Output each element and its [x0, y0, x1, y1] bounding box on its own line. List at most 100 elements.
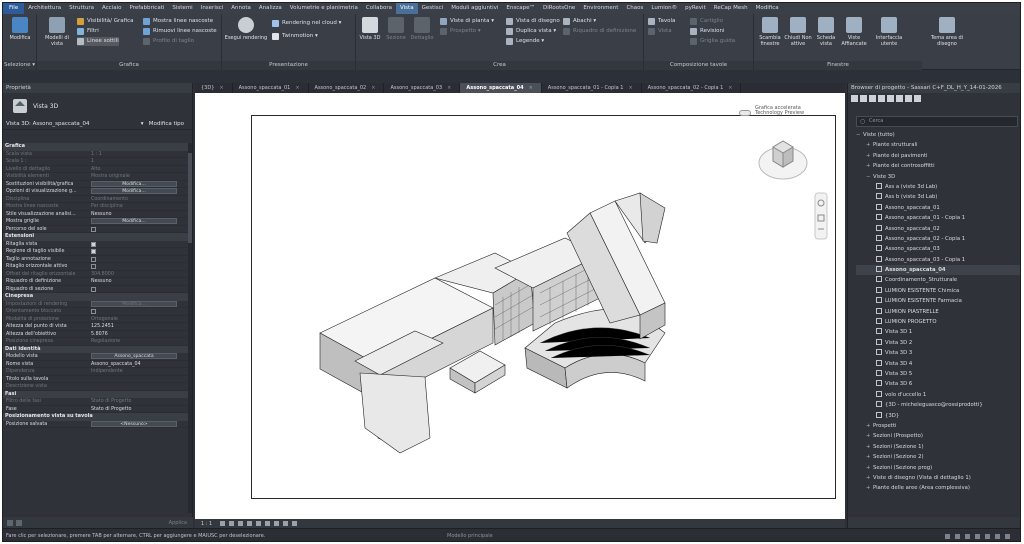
- status-icon-4[interactable]: [975, 533, 980, 539]
- ribbon-tab-enscape[interactable]: Enscape™: [502, 3, 539, 14]
- scambia-finestre-button[interactable]: Scambia finestre: [756, 17, 784, 47]
- duplica-vista-button[interactable]: Duplica vista ▾: [506, 27, 556, 36]
- temporary-hide-icon[interactable]: [292, 521, 298, 526]
- lock-view-icon[interactable]: [283, 521, 289, 526]
- mostra-linee-nascoste-button[interactable]: Mostra linee nascoste: [143, 17, 213, 26]
- vista-place-button[interactable]: Vista: [648, 27, 672, 36]
- property-section[interactable]: Fasi: [3, 390, 189, 398]
- ribbon-tab-environment[interactable]: Environment: [579, 3, 622, 14]
- browser-tree-item[interactable]: Assono_spaccata_01: [856, 203, 1020, 213]
- property-value[interactable]: Alto: [91, 166, 189, 173]
- visibilita-grafica-button[interactable]: Visibilità/ Grafica: [77, 17, 134, 26]
- browser-tree-item[interactable]: LUMION PROGETTO: [856, 317, 1020, 327]
- property-value[interactable]: 1: [91, 158, 189, 165]
- viste-affiancate-button[interactable]: Viste Affiancate: [840, 17, 868, 47]
- property-value[interactable]: 304.8000: [91, 271, 189, 278]
- modifica-button[interactable]: Modifica: [6, 17, 34, 41]
- linee-sottili-button[interactable]: Linee sottili: [77, 37, 119, 46]
- property-section[interactable]: Estensioni: [3, 233, 189, 241]
- browser-search-input[interactable]: Cerca: [856, 116, 1018, 127]
- browser-tool-icon-8[interactable]: [914, 95, 921, 102]
- collapse-icon[interactable]: −: [856, 130, 863, 140]
- ribbon-tab-chaos[interactable]: Chaos: [622, 3, 647, 14]
- property-edit-button[interactable]: Modifica...: [91, 218, 177, 224]
- property-value[interactable]: Nessuno: [91, 211, 189, 218]
- expand-icon[interactable]: +: [866, 421, 873, 431]
- ribbon-tab-lumion[interactable]: Lumion®: [647, 3, 681, 14]
- browser-tree-item[interactable]: LUMION ESISTENTE Chimica: [856, 286, 1020, 296]
- viste-pianta-button[interactable]: Viste di pianta ▾: [440, 17, 494, 26]
- properties-scrollbar[interactable]: [188, 143, 192, 513]
- view-tab[interactable]: Assono_spaccata_02 ×: [309, 83, 385, 93]
- expand-icon[interactable]: +: [866, 473, 873, 483]
- ribbon-tab-modifica[interactable]: Modifica: [752, 3, 783, 14]
- interfaccia-utente-button[interactable]: Interfaccia utente: [874, 17, 904, 47]
- property-checkbox[interactable]: [91, 264, 96, 269]
- close-icon[interactable]: ×: [529, 85, 533, 91]
- property-edit-button[interactable]: Modifica...: [91, 300, 177, 307]
- expand-icon[interactable]: +: [866, 442, 873, 452]
- crop-view-icon[interactable]: [265, 521, 271, 526]
- property-section[interactable]: Cinepresa: [3, 293, 189, 301]
- browser-tree-item[interactable]: + Sezioni (Sezione 1): [856, 442, 1020, 452]
- ribbon-tab-recap-mesh[interactable]: ReCap Mesh: [710, 3, 752, 14]
- view-tab[interactable]: Assono_spaccata_01 ×: [233, 83, 309, 93]
- properties-help-icon[interactable]: [7, 519, 13, 526]
- close-icon[interactable]: ×: [728, 85, 732, 91]
- ribbon-tab-collabora[interactable]: Collabora: [362, 3, 396, 14]
- property-checkbox[interactable]: [91, 309, 96, 314]
- status-icon-6[interactable]: [995, 533, 1000, 539]
- esegui-rendering-button[interactable]: Esegui rendering: [224, 17, 268, 41]
- profilo-taglio-button[interactable]: Profilo di taglio: [143, 37, 194, 46]
- browser-tree-item[interactable]: + Prospetti: [856, 421, 1020, 431]
- status-icon-1[interactable]: [945, 533, 950, 539]
- property-value[interactable]: Indipendente: [91, 368, 189, 375]
- property-value[interactable]: Stato di Progetto: [91, 406, 189, 413]
- twinmotion-button[interactable]: Twinmotion ▾: [272, 32, 318, 41]
- tema-area-disegno-button[interactable]: Tema area di disegno: [925, 17, 969, 47]
- close-icon[interactable]: ×: [447, 85, 451, 91]
- property-value[interactable]: 125.2451: [91, 323, 189, 330]
- property-checkbox[interactable]: [91, 256, 96, 262]
- property-value[interactable]: [91, 383, 189, 390]
- property-value[interactable]: Per disciplina: [91, 203, 189, 210]
- ribbon-tab-gestisci[interactable]: Gestisci: [418, 3, 448, 14]
- browser-tool-icon-6[interactable]: [896, 95, 903, 102]
- collapse-icon[interactable]: −: [866, 172, 873, 182]
- browser-tool-icon-5[interactable]: [887, 95, 894, 102]
- ribbon-tab-file[interactable]: File: [3, 3, 25, 14]
- property-value[interactable]: Regolazione: [91, 338, 189, 345]
- ribbon-tab-acciaio[interactable]: Acciaio: [98, 3, 126, 14]
- status-icon-2[interactable]: [955, 533, 960, 539]
- detail-level-icon[interactable]: [220, 521, 226, 526]
- browser-tree-item[interactable]: Assono_spaccata_03: [856, 244, 1020, 254]
- property-section[interactable]: Dati identità: [3, 345, 189, 353]
- vista-3d-button[interactable]: Vista 3D: [356, 17, 384, 41]
- chiudi-non-attive-button[interactable]: Chiudi Non attive: [784, 17, 812, 47]
- property-value[interactable]: 5.8076: [91, 331, 189, 338]
- dettaglio-button[interactable]: Dettaglio: [408, 17, 436, 41]
- browser-tree-item[interactable]: − Viste 3D: [856, 172, 1020, 182]
- property-value[interactable]: Assono_spaccata_04: [91, 361, 189, 368]
- browser-tool-icon-7[interactable]: [905, 95, 912, 102]
- browser-tree-item[interactable]: + Piante strutturali: [856, 140, 1020, 150]
- ribbon-tab-sistemi[interactable]: Sistemi: [168, 3, 196, 14]
- ribbon-tab-dirootsone[interactable]: DiRootsOne: [539, 3, 579, 14]
- view-tab[interactable]: Assono_spaccata_01 - Copia 1 ×: [542, 83, 642, 93]
- browser-tool-icon-3[interactable]: [869, 95, 876, 102]
- browser-tree-item[interactable]: Coordinamento_Strutturale: [856, 275, 1020, 285]
- property-edit-button[interactable]: Assono_spaccata: [91, 353, 177, 359]
- browser-tree-item[interactable]: Vista 3D 1: [856, 327, 1020, 337]
- close-icon[interactable]: ×: [219, 85, 223, 91]
- browser-tree-item[interactable]: − Viste (tutto): [856, 130, 1020, 140]
- browser-tree-item[interactable]: {3D}: [856, 411, 1020, 421]
- view-tab[interactable]: Assono_spaccata_02 - Copia 1 ×: [642, 83, 742, 93]
- prospetto-button[interactable]: Prospetto ▾: [440, 27, 481, 36]
- property-value[interactable]: 1 : 1: [91, 151, 189, 158]
- browser-tree-item[interactable]: + Piante dei controsoffitti: [856, 161, 1020, 171]
- browser-tree-item[interactable]: Vista 3D 3: [856, 348, 1020, 358]
- close-icon[interactable]: ×: [295, 85, 299, 91]
- ribbon-tab-volumetrie-e-planimetria[interactable]: Volumetrie e planimetria: [286, 3, 362, 14]
- status-icon-5[interactable]: [985, 533, 990, 539]
- property-value[interactable]: Mostra originale: [91, 173, 189, 180]
